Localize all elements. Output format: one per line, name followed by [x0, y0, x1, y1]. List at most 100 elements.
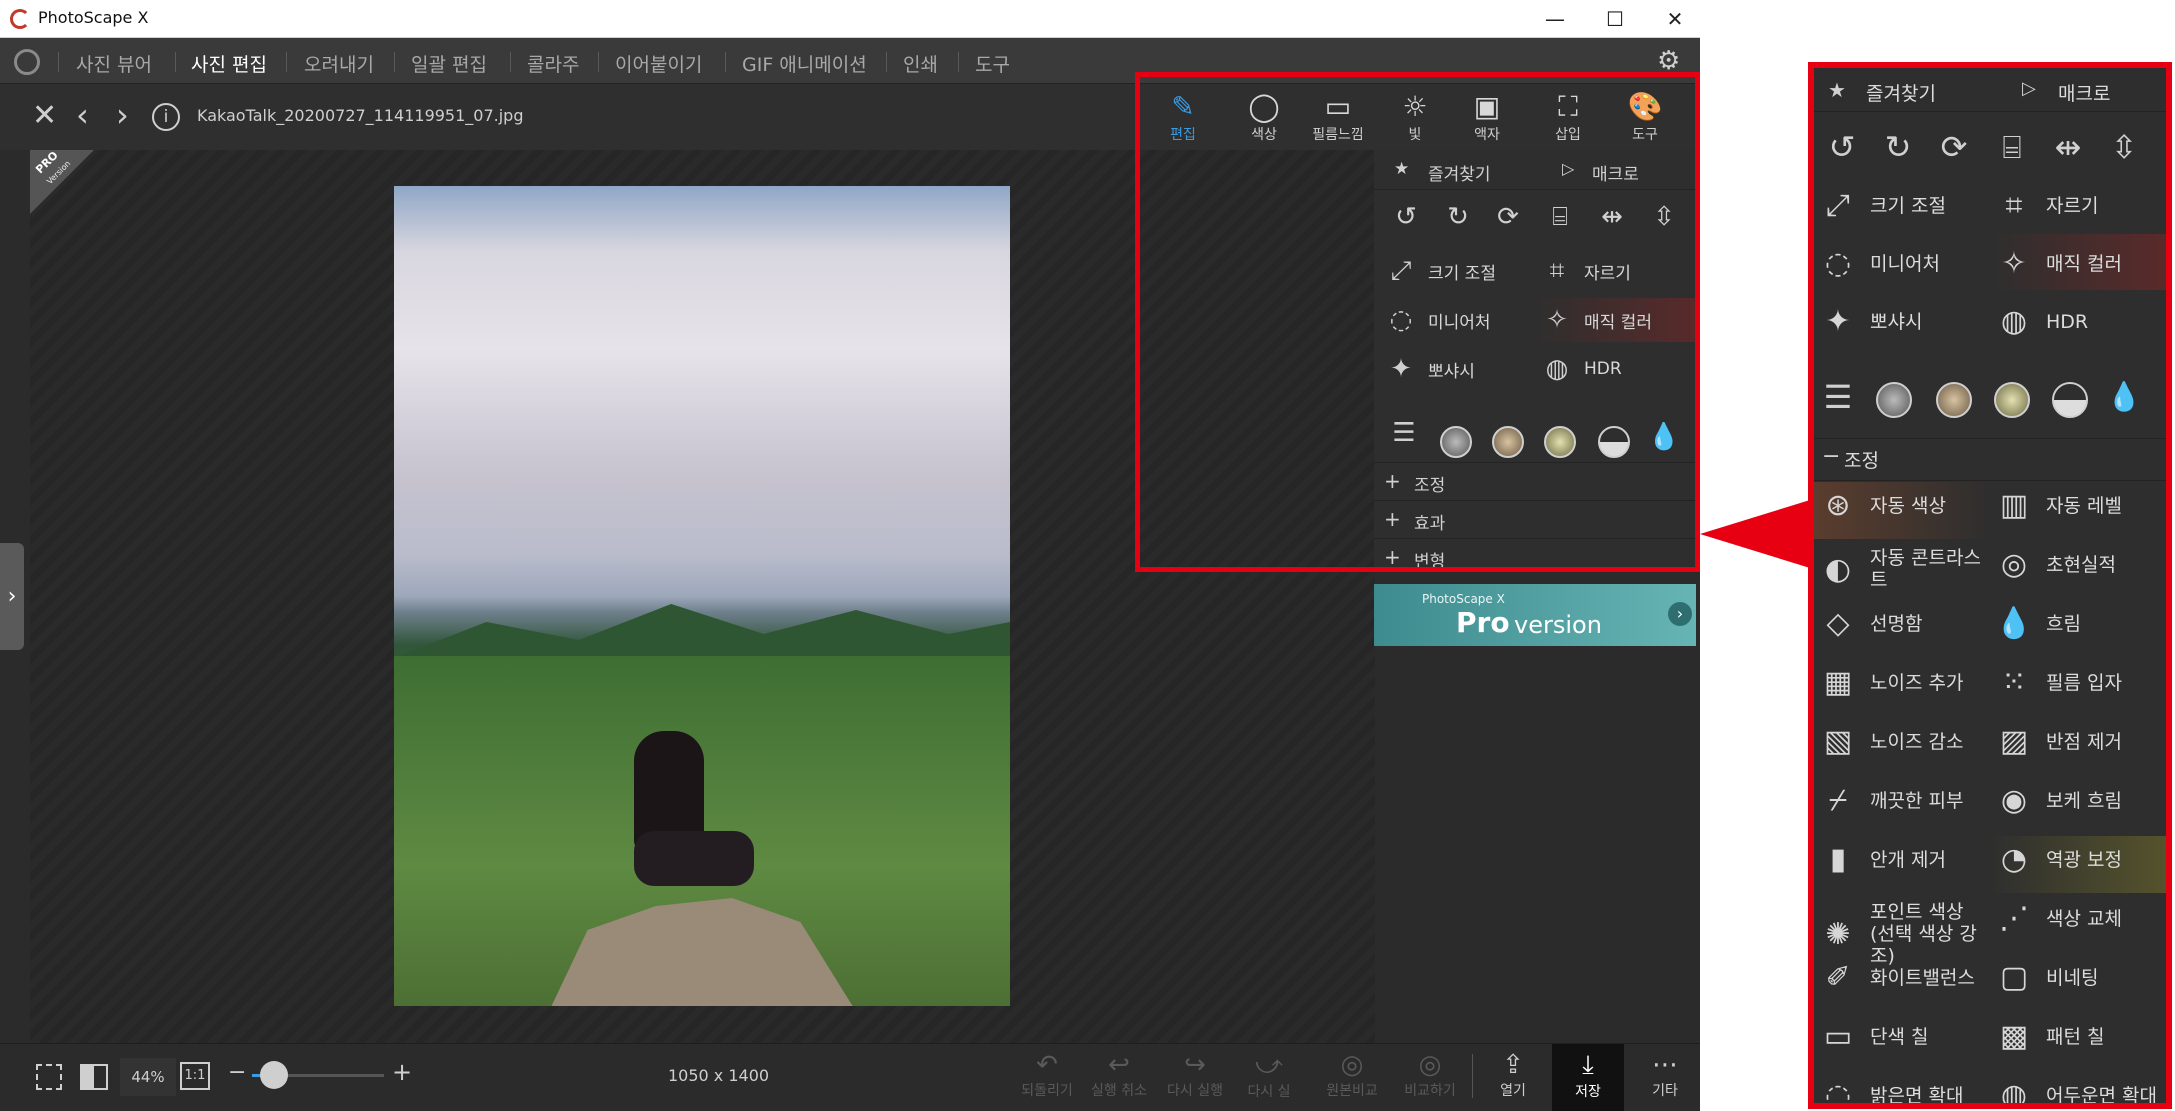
edited-photo[interactable] — [394, 186, 1010, 1006]
rotate-custom-icon[interactable]: ⟳ — [1934, 128, 1974, 166]
adjust-item-bokeh[interactable]: ◉ 보케 흐림 — [1994, 783, 2164, 818]
minimize-button[interactable]: — — [1525, 0, 1585, 38]
pro-banner-version: version — [1514, 611, 1602, 639]
compare-view-icon[interactable] — [80, 1064, 108, 1090]
adjust-item-color-replace[interactable]: ⋰ 색상 교체 — [1994, 901, 2164, 936]
adjust-item-auto-contrast[interactable]: ◐ 자동 콘트라스트 — [1818, 547, 1988, 591]
adjust-item-film-grain[interactable]: ⁙ 필름 입자 — [1994, 665, 2164, 700]
adjust-item-vignette[interactable]: ▢ 비네팅 — [1994, 960, 2164, 995]
zoom-resize-button[interactable]: ⤢ 크기 조절 — [1818, 188, 1946, 223]
menu-combine[interactable]: 이어붙이기 — [615, 50, 702, 77]
zoom-crop-button[interactable]: ⌗ 자르기 — [1994, 188, 2099, 223]
menu-batch[interactable]: 일괄 편집 — [411, 50, 487, 77]
zoom-in-icon[interactable]: + — [392, 1058, 412, 1086]
undo-button[interactable]: ↩ 실행 취소 — [1088, 1050, 1150, 1100]
zoom-glow-button[interactable]: ✦ 뽀샤시 — [1818, 304, 1922, 339]
zoom-miniature-label: 미니어처 — [1870, 252, 1940, 275]
reduce-noise-icon: ▧ — [1823, 724, 1853, 759]
prev-photo-icon[interactable]: ‹ — [76, 96, 89, 134]
adjust-item-surreal[interactable]: ◎ 초현실적 — [1994, 547, 2164, 582]
menu-collage[interactable]: 콜라주 — [527, 50, 579, 77]
zoom-macro-button[interactable]: 매크로 — [2058, 79, 2110, 106]
side-panel-toggle-icon[interactable]: › — [0, 543, 24, 650]
revert-button[interactable]: ↶ 되돌리기 — [1016, 1050, 1078, 1100]
open-button[interactable]: ⇪ 열기 — [1482, 1050, 1544, 1100]
straighten-icon[interactable]: ⌸ — [1992, 128, 2032, 167]
zoom-level[interactable]: 44% — [120, 1058, 176, 1096]
info-icon[interactable]: i — [152, 103, 180, 131]
adjust-item-backlight[interactable]: ◔ 역광 보정 — [1994, 842, 2164, 877]
redo-icon: ↪ — [1184, 1050, 1206, 1080]
original-compare-button[interactable]: ◎ 원본비교 — [1316, 1050, 1388, 1100]
adjust-item-label: 선명함 — [1870, 612, 1923, 635]
collapse-minus-icon[interactable]: − — [1822, 444, 1840, 469]
home-icon[interactable] — [14, 49, 40, 75]
more-button[interactable]: ⋯ 기타 — [1634, 1050, 1696, 1100]
dehaze-icon: ▮ — [1829, 842, 1847, 877]
actual-size-button[interactable]: 1:1 — [180, 1062, 210, 1090]
drop-icon[interactable]: 💧 — [2104, 380, 2144, 413]
close-button[interactable]: ✕ — [1645, 0, 1700, 38]
menu-photo-edit[interactable]: 사진 편집 — [191, 50, 267, 77]
section-adjust-header[interactable]: 조정 — [1844, 446, 1879, 473]
rotate-right-icon[interactable]: ↻ — [1878, 128, 1918, 166]
adjust-item-dehaze[interactable]: ▮ 안개 제거 — [1818, 842, 1988, 877]
film-grain-icon: ⁙ — [2001, 665, 2027, 700]
banner-arrow-icon[interactable]: › — [1668, 602, 1692, 626]
redo-button[interactable]: ↪ 다시 실행 — [1164, 1050, 1226, 1100]
menu-print[interactable]: 인쇄 — [903, 50, 938, 77]
adjust-item-spot-removal[interactable]: ▨ 반점 제거 — [1994, 724, 2164, 759]
adjust-item-white-balance[interactable]: ✐ 화이트밸런스 — [1818, 960, 1988, 995]
adjust-item-expand-light[interactable]: ◌ 밝은면 확대 — [1818, 1078, 1988, 1103]
save-button[interactable]: ⤓ 저장 — [1552, 1044, 1624, 1111]
adjust-item-label: 흐림 — [2046, 612, 2081, 635]
adjust-item-label: 초현실적 — [2046, 553, 2116, 576]
backlight-icon: ◔ — [2000, 842, 2028, 877]
menu-tools[interactable]: 도구 — [975, 50, 1010, 77]
zoom-miniature-button[interactable]: ◌ 미니어처 — [1818, 246, 1940, 281]
flip-horizontal-icon[interactable]: ⇹ — [2048, 128, 2088, 166]
redo-all-button[interactable]: ⤻ 다시 실 — [1238, 1050, 1300, 1101]
close-photo-icon[interactable]: ✕ — [32, 98, 57, 133]
zoom-favorites-button[interactable]: 즐겨찾기 — [1866, 79, 1936, 106]
menu-gif[interactable]: GIF 애니메이션 — [742, 50, 867, 77]
filter-gray-icon[interactable] — [1876, 382, 1912, 418]
select-area-icon[interactable] — [36, 1064, 62, 1090]
adjust-item-auto-level[interactable]: ▥ 자동 레벨 — [1994, 488, 2164, 523]
menu-cut-out[interactable]: 오려내기 — [304, 50, 374, 77]
adjust-item-clean-skin[interactable]: ⌿ 깨끗한 피부 — [1818, 783, 1988, 818]
adjust-item-label: 안개 제거 — [1870, 848, 1946, 871]
zoom-magic-color-button[interactable]: ✧ 매직 컬러 — [1994, 246, 2122, 281]
adjust-item-label: 역광 보정 — [2046, 848, 2122, 871]
adjust-item-point-color[interactable]: ✺ 포인트 색상 (선택 색상 강조) — [1818, 901, 1988, 967]
adjust-item-solid-fill[interactable]: ▭ 단색 칠 — [1818, 1019, 1988, 1054]
menu-photo-viewer[interactable]: 사진 뷰어 — [76, 50, 152, 77]
bottom-toolbar: 44% 1:1 − + 1050 x 1400 ↶ 되돌리기 ↩ 실행 취소 ↪ 다시… — [0, 1043, 1700, 1111]
filter-sepia-icon[interactable] — [1936, 382, 1972, 418]
maximize-button[interactable]: ☐ — [1585, 0, 1645, 38]
adjust-item-sharpen[interactable]: ◇ 선명함 — [1818, 606, 1988, 641]
list-icon[interactable]: ☰ — [1818, 378, 1858, 416]
zoom-crop-label: 자르기 — [2046, 194, 2099, 217]
adjust-item-reduce-noise[interactable]: ▧ 노이즈 감소 — [1818, 724, 1988, 759]
pro-version-banner[interactable]: PhotoScape X Pro version › — [1374, 584, 1696, 646]
adjust-item-blur[interactable]: 💧 흐림 — [1994, 606, 2164, 641]
compare-button[interactable]: ◎ 비교하기 — [1394, 1050, 1466, 1100]
adjust-item-label: 필름 입자 — [2046, 671, 2122, 694]
adjust-item-label: 패턴 칠 — [2046, 1025, 2105, 1048]
zoom-hdr-button[interactable]: ◍ HDR — [1994, 304, 2088, 339]
adjust-item-add-noise[interactable]: ▦ 노이즈 추가 — [1818, 665, 1988, 700]
adjust-item-pattern-fill[interactable]: ▩ 패턴 칠 — [1994, 1019, 2164, 1054]
adjust-item-auto-color[interactable]: ⊛ 자동 색상 — [1818, 488, 1988, 523]
rotate-left-icon[interactable]: ↺ — [1822, 128, 1862, 166]
filter-half-icon[interactable] — [2052, 382, 2088, 418]
flip-vertical-icon[interactable]: ⇳ — [2104, 128, 2144, 166]
zoom-slider-thumb[interactable] — [260, 1061, 288, 1089]
next-photo-icon[interactable]: › — [116, 96, 129, 134]
adjust-item-expand-dark[interactable]: ◍ 어두운면 확대 — [1994, 1078, 2164, 1109]
color-replace-icon: ⋰ — [1999, 901, 2029, 936]
spot-removal-icon: ▨ — [1999, 724, 2029, 759]
filter-warm-icon[interactable] — [1994, 382, 2030, 418]
expand-dark-icon: ◍ — [2000, 1078, 2028, 1109]
zoom-out-icon[interactable]: − — [228, 1060, 246, 1085]
